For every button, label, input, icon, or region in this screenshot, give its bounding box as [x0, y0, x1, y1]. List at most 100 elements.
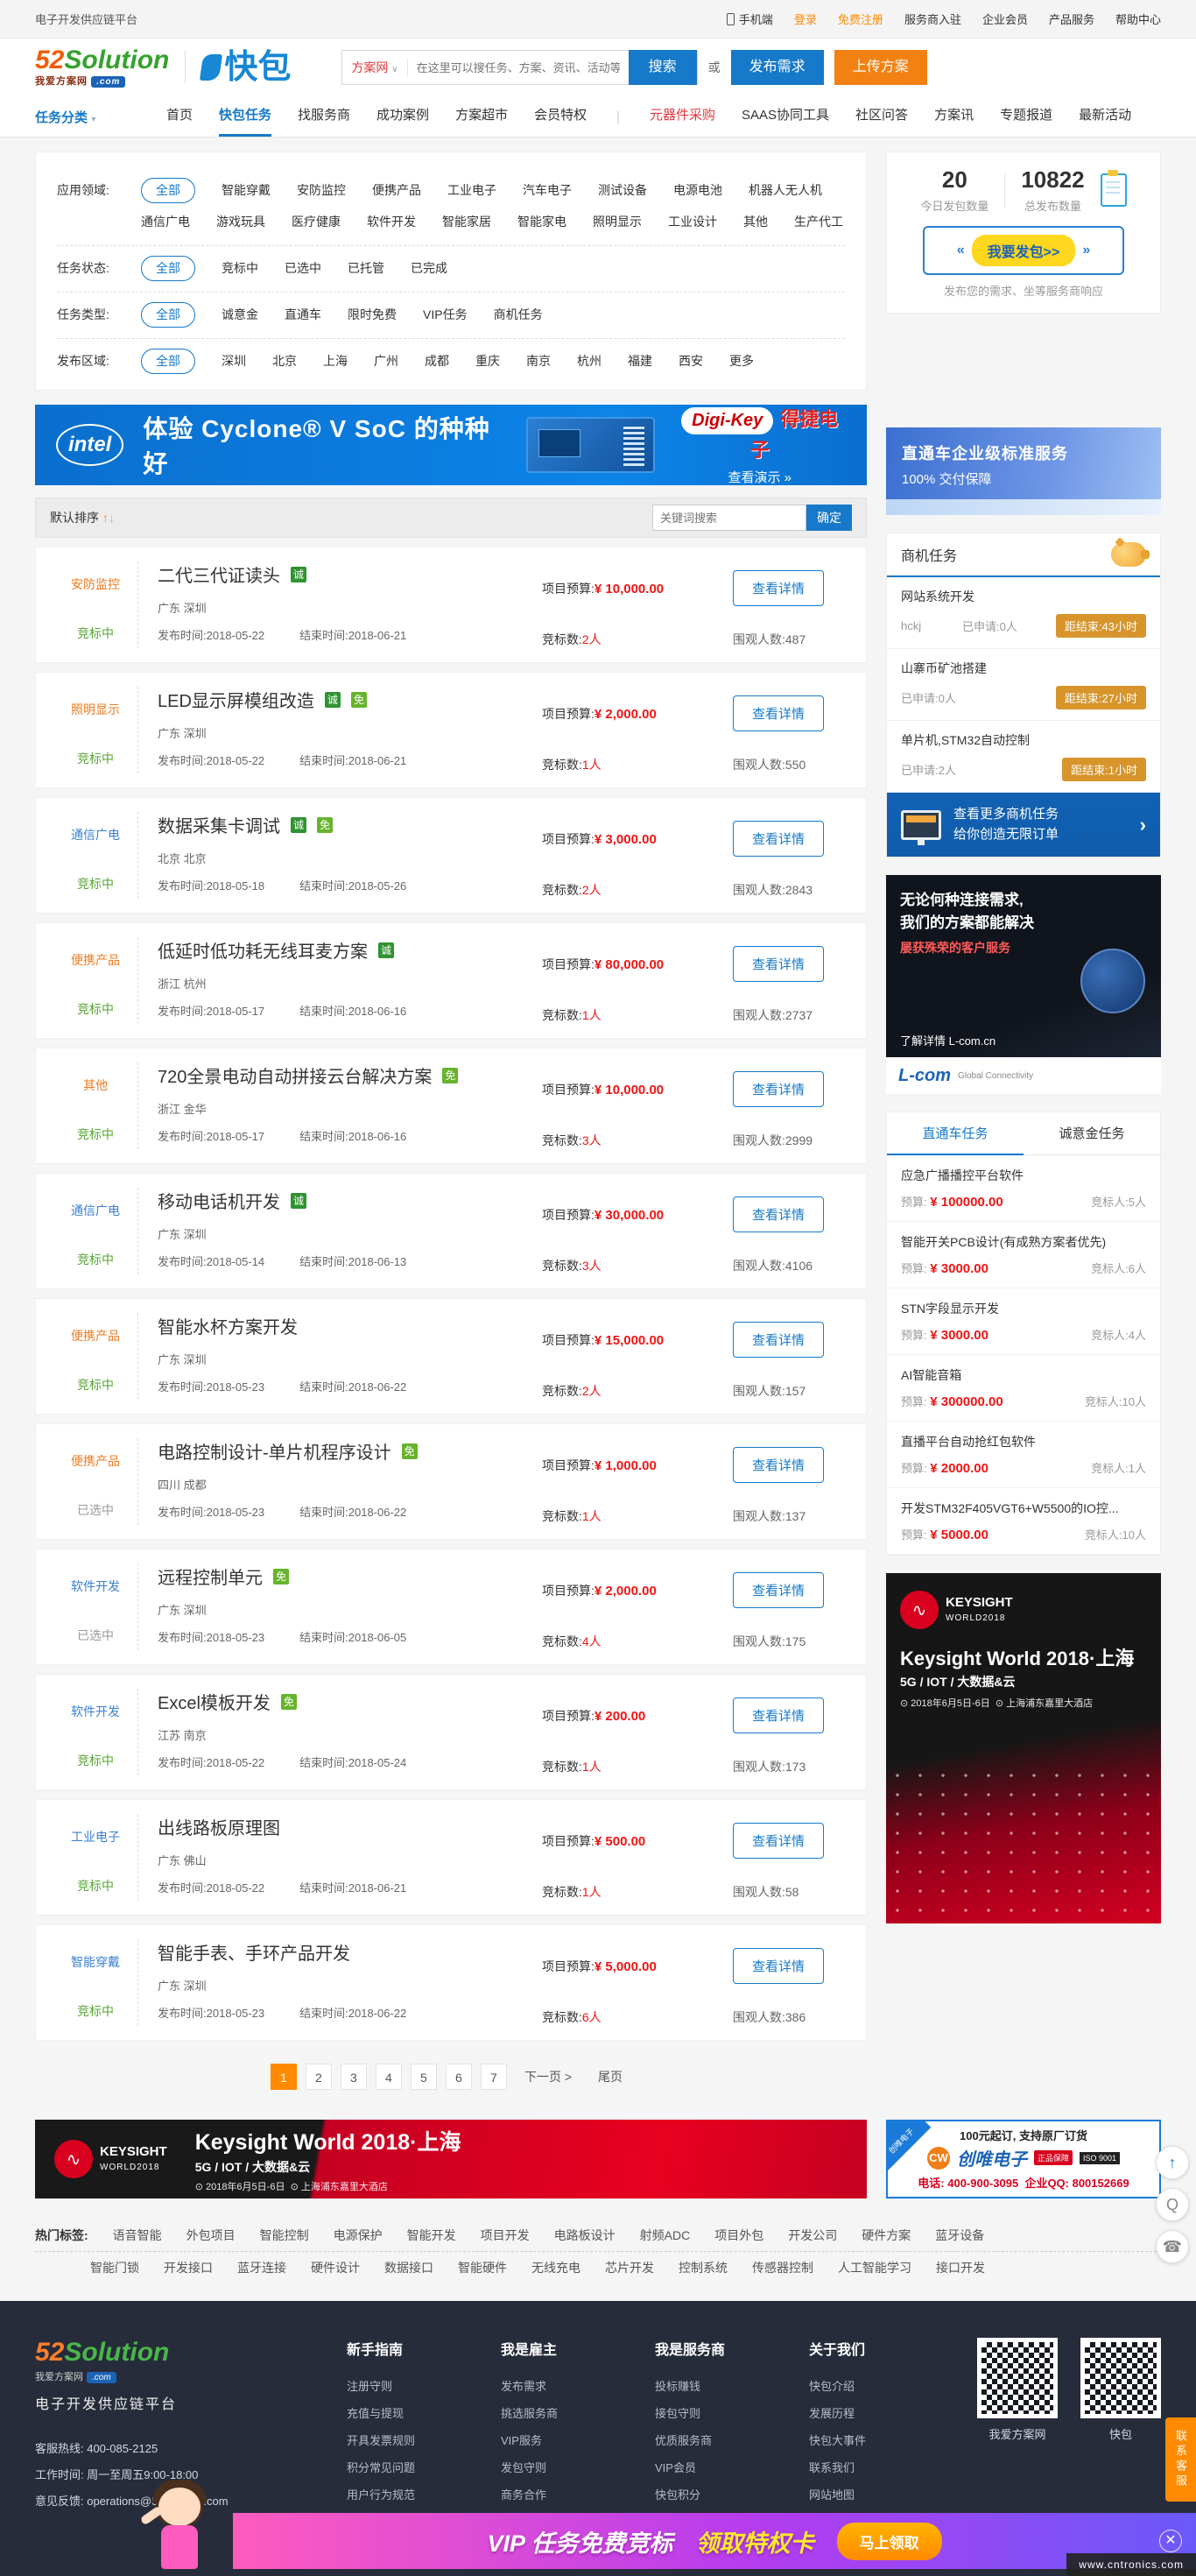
filter-chip[interactable]: 直通车: [285, 301, 321, 328]
hot-tag[interactable]: 人工智能学习: [838, 2259, 911, 2276]
filter-chip[interactable]: 成都: [425, 348, 449, 374]
task-title[interactable]: 出线路板原理图: [158, 1814, 280, 1839]
task-title[interactable]: 二代三代证读头: [158, 561, 280, 587]
hot-tag[interactable]: 智能控制: [260, 2227, 309, 2244]
filter-chip[interactable]: 汽车电子: [523, 177, 572, 203]
task-category[interactable]: 通信广电: [53, 1202, 137, 1219]
footer-link[interactable]: 快包积分: [655, 2481, 760, 2509]
task-category[interactable]: 安防监控: [53, 575, 137, 593]
task-row[interactable]: 便携产品 竞标中 低延时低功耗无线耳麦方案 诚 浙江 杭州 发布时间:2018-…: [35, 922, 867, 1039]
sort-desc-icon[interactable]: ↓: [109, 511, 115, 525]
filter-chip[interactable]: 工业设计: [668, 208, 717, 235]
nav-find-providers[interactable]: 找服务商: [298, 96, 350, 137]
keyword-confirm-button[interactable]: 确定: [806, 505, 852, 531]
page-number[interactable]: 7: [481, 2064, 507, 2090]
last-page-link[interactable]: 尾页: [589, 2068, 631, 2086]
task-title[interactable]: 智能水杯方案开发: [158, 1313, 298, 1338]
filter-chip[interactable]: 北京: [272, 348, 297, 374]
filter-chip[interactable]: 杭州: [577, 348, 602, 374]
hot-tag[interactable]: 控制系统: [679, 2259, 728, 2276]
filter-chip[interactable]: 西安: [679, 348, 703, 374]
nav-topics[interactable]: 专题报道: [1000, 96, 1052, 137]
hot-tag[interactable]: 语音智能: [113, 2227, 162, 2244]
footer-link[interactable]: 发包守则: [501, 2454, 606, 2481]
task-row[interactable]: 软件开发 竞标中 Excel模板开发 免 江苏 南京 发布时间:2018-05-…: [35, 1674, 867, 1790]
keysight-side-ad[interactable]: ∿ KEYSIGHTWORLD2018 Keysight World 2018·…: [886, 1573, 1161, 1923]
view-details-button[interactable]: 查看详情: [733, 1823, 824, 1859]
task-row[interactable]: 便携产品 已选中 电路控制设计-单片机程序设计 免 四川 成都 发布时间:201…: [35, 1423, 867, 1540]
contact-service-tab[interactable]: 联系客服: [1165, 2417, 1196, 2502]
nav-solution-market[interactable]: 方案超市: [455, 96, 508, 137]
task-category[interactable]: 便携产品: [53, 1327, 137, 1344]
biz-task-title[interactable]: 山寨币矿池搭建: [901, 660, 1146, 677]
task-title[interactable]: 移动电话机开发: [158, 1188, 280, 1213]
filter-chip[interactable]: 全部: [141, 349, 195, 374]
register-link[interactable]: 免费注册: [838, 11, 883, 27]
filter-chip[interactable]: 照明显示: [593, 208, 642, 235]
hot-tag[interactable]: 智能硬件: [458, 2259, 507, 2276]
login-link[interactable]: 登录: [794, 11, 817, 27]
through-train-service-banner[interactable]: 直通车企业级标准服务 100% 交付保障: [886, 427, 1161, 515]
hot-tag[interactable]: 蓝牙连接: [237, 2259, 286, 2276]
nav-kuaibao-tasks[interactable]: 快包任务: [219, 96, 271, 137]
task-row[interactable]: 安防监控 竞标中 二代三代证读头 诚 广东 深圳 发布时间:2018-05-22…: [35, 547, 867, 663]
filter-chip[interactable]: 限时免费: [348, 301, 397, 328]
view-details-button[interactable]: 查看详情: [733, 1071, 824, 1107]
task-row[interactable]: 通信广电 竞标中 移动电话机开发 诚 广东 深圳 发布时间:2018-05-14…: [35, 1173, 867, 1289]
tab-deposit-tasks[interactable]: 诚意金任务: [1024, 1112, 1160, 1154]
publish-demand-button[interactable]: 发布需求: [731, 50, 824, 85]
nav-events[interactable]: 最新活动: [1079, 96, 1131, 137]
filter-chip[interactable]: 广州: [374, 348, 398, 374]
task-row[interactable]: 通信广电 竞标中 数据采集卡调试 诚 免 北京 北京 发布时间:2018-05-…: [35, 797, 867, 914]
filter-chip[interactable]: 软件开发: [367, 208, 416, 235]
filter-chip[interactable]: 已选中: [285, 255, 321, 281]
lcom-ad[interactable]: 无论何种连接需求,我们的方案都能解决 屡获殊荣的客户服务 了解详情 L-com.…: [886, 875, 1161, 1094]
topbar-link[interactable]: 服务商入驻: [904, 11, 961, 27]
task-row[interactable]: 其他 竞标中 720全景电动自动拼接云台解决方案 免 浙江 金华 发布时间:20…: [35, 1048, 867, 1164]
task-category[interactable]: 照明显示: [53, 701, 137, 718]
more-biz-tasks-banner[interactable]: 查看更多商机任务给你创造无限订单 ›: [887, 793, 1160, 857]
filter-chip[interactable]: 竞标中: [222, 255, 258, 281]
keyword-search-input[interactable]: [652, 505, 806, 531]
default-sort-control[interactable]: 默认排序 ↑↓: [50, 509, 115, 526]
hot-tag[interactable]: 射频ADC: [640, 2227, 691, 2244]
footer-link[interactable]: 商务合作: [501, 2481, 606, 2509]
chuangwei-ad[interactable]: 创唯电子 100元起订, 支持原厂订货 CW 创唯电子 正品保障 ISO 900…: [886, 2120, 1161, 2198]
ztc-task-title[interactable]: 开发STM32F405VGT6+W5500的IO控...: [901, 1500, 1146, 1517]
task-title[interactable]: 电路控制设计-单片机程序设计: [158, 1438, 391, 1464]
ztc-task-title[interactable]: STN字段显示开发: [901, 1300, 1146, 1317]
filter-chip[interactable]: VIP任务: [423, 301, 468, 328]
page-number[interactable]: 4: [376, 2064, 402, 2090]
footer-link[interactable]: 接包守则: [655, 2400, 760, 2427]
filter-chip[interactable]: 游戏玩具: [216, 208, 265, 235]
filter-chip[interactable]: 更多: [729, 348, 754, 374]
ztc-task-title[interactable]: 智能开关PCB设计(有成熟方案者优先): [901, 1233, 1146, 1251]
page-number[interactable]: 6: [446, 2064, 472, 2090]
footer-link[interactable]: 积分常见问题: [347, 2454, 452, 2481]
hot-tag[interactable]: 外包项目: [186, 2227, 236, 2244]
task-title[interactable]: 智能手表、手环产品开发: [158, 1939, 350, 1965]
filter-chip[interactable]: 智能家电: [517, 208, 566, 235]
filter-chip[interactable]: 便携产品: [372, 177, 421, 203]
filter-chip[interactable]: 已完成: [411, 255, 447, 281]
nav-saas[interactable]: SAAS协同工具: [742, 96, 829, 137]
footer-link[interactable]: VIP会员: [655, 2454, 760, 2481]
footer-link[interactable]: VIP服务: [501, 2427, 606, 2454]
filter-chip[interactable]: 医疗健康: [292, 208, 341, 235]
task-title[interactable]: Excel模板开发: [158, 1689, 271, 1714]
biz-task-item[interactable]: 单片机,STM32自动控制 已申请:2人 距结束:1小时: [887, 721, 1160, 793]
search-category-select[interactable]: 方案网 ∨: [342, 59, 407, 76]
filter-chip[interactable]: 安防监控: [297, 177, 346, 203]
intel-ad-cta[interactable]: 查看演示 »: [674, 468, 847, 485]
task-category[interactable]: 软件开发: [53, 1577, 137, 1595]
task-category[interactable]: 工业电子: [53, 1828, 137, 1846]
hot-tag[interactable]: 数据接口: [384, 2259, 433, 2276]
footer-link[interactable]: 注册守则: [347, 2373, 452, 2400]
view-details-button[interactable]: 查看详情: [733, 1322, 824, 1358]
page-number[interactable]: 5: [411, 2064, 437, 2090]
intel-ad-banner[interactable]: intel 体验 Cyclone® V SoC 的种种好 Digi-Key得捷电…: [35, 405, 867, 485]
nav-qa[interactable]: 社区问答: [855, 96, 908, 137]
ztc-task-item[interactable]: 直播平台自动抢红包软件 预算: ¥ 2000.00 竞标人:1人: [887, 1422, 1160, 1488]
footer-link[interactable]: 联系我们: [809, 2454, 914, 2481]
task-category[interactable]: 便携产品: [53, 951, 137, 969]
